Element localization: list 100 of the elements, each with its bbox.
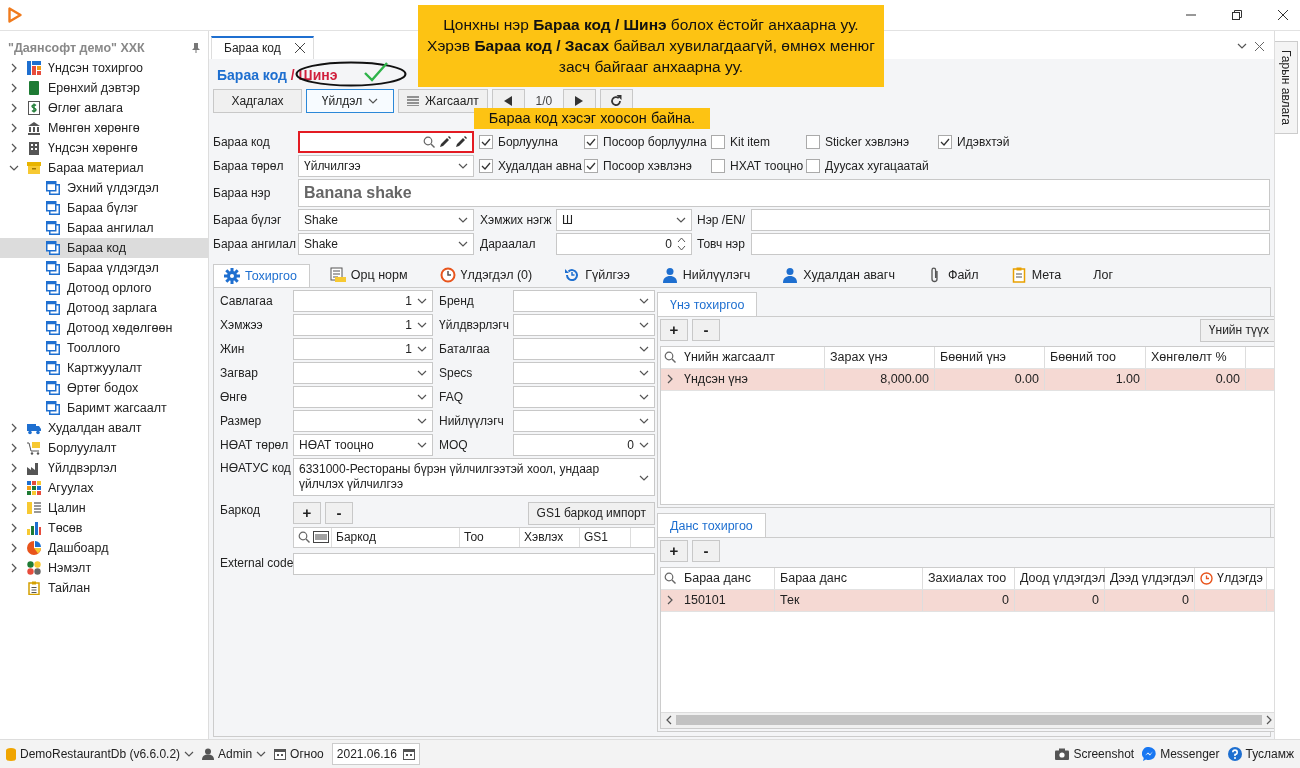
checkbox[interactable]: Дуусах хугацаатай xyxy=(806,158,938,173)
checkbox[interactable]: НХАТ тооцно xyxy=(711,158,806,173)
column-header[interactable]: Хэвлэх xyxy=(520,527,580,547)
text-field[interactable] xyxy=(751,232,1270,255)
tree-item[interactable]: Бараа материал xyxy=(0,157,208,178)
table-row[interactable]: Үндсэн үнэ 8,000.00 0.00 1.00 0.00 xyxy=(661,368,1277,391)
tree-item[interactable]: Бараа бүлэг xyxy=(0,197,208,218)
tab[interactable]: Гүйлгээ xyxy=(554,263,642,287)
checkbox[interactable]: Худалдан авна xyxy=(479,158,584,173)
combo-box[interactable] xyxy=(513,313,655,336)
tree-item[interactable]: Мөнгөн хөрөнгө xyxy=(0,117,208,138)
combo-box[interactable]: 1 xyxy=(293,337,433,360)
side-tab[interactable]: Гарын авлага xyxy=(1275,40,1298,134)
database-selector[interactable]: DemoRestaurantDb (v6.6.0.2) xyxy=(6,747,195,762)
number-spinner[interactable]: 0 xyxy=(556,232,692,255)
status-link[interactable]: Messenger xyxy=(1142,747,1220,762)
combo-box[interactable] xyxy=(293,409,433,432)
tree-item[interactable]: Тооллого xyxy=(0,337,208,358)
status-link[interactable]: Тусламж xyxy=(1227,747,1294,762)
combo-box[interactable] xyxy=(513,409,655,432)
tree-item[interactable]: Дотоод хөдөлгөөн xyxy=(0,317,208,338)
checkbox[interactable]: Идэвхтэй xyxy=(938,134,1010,149)
checkbox[interactable]: Борлуулна xyxy=(479,134,584,149)
column-header[interactable]: GS1 xyxy=(580,527,631,547)
column-header[interactable]: Доод үлдэгдэл xyxy=(1015,567,1105,589)
status-link[interactable]: Screenshot xyxy=(1055,747,1135,762)
tab[interactable]: Файл xyxy=(916,263,991,287)
tree-item[interactable]: Борлуулалт xyxy=(0,437,208,458)
column-header[interactable]: Хөнгөлөлт % xyxy=(1146,346,1246,368)
tab[interactable]: Тохиргоо xyxy=(213,263,310,287)
table-row[interactable]: 150101 Тек 0 0 0 xyxy=(661,589,1277,612)
tree-item[interactable]: Үндсэн тохиргоо xyxy=(0,57,208,78)
column-header[interactable]: Захиалах тоо xyxy=(923,567,1015,589)
tab[interactable]: Лог xyxy=(1083,263,1125,287)
column-header[interactable]: Бөөний тоо xyxy=(1045,346,1146,368)
tree-item[interactable]: Картжуулалт xyxy=(0,357,208,378)
tree-item[interactable]: Эхний үлдэгдэл xyxy=(0,177,208,198)
combo-box[interactable] xyxy=(293,361,433,384)
tree-item[interactable]: Өртөг бодох xyxy=(0,377,208,398)
combo-box[interactable]: НӨАТ тооцно xyxy=(293,433,433,456)
column-header[interactable]: Зарах үнэ xyxy=(825,346,935,368)
tree-item[interactable]: Үйлдвэрлэл xyxy=(0,457,208,478)
column-header[interactable]: Үлдэгдэ xyxy=(1195,567,1267,589)
combo-box[interactable] xyxy=(513,337,655,360)
tree-item[interactable]: Дашбоард xyxy=(0,537,208,558)
code-field[interactable] xyxy=(298,130,474,153)
toolbar-button[interactable]: Хадгалах xyxy=(213,88,302,113)
import-button[interactable]: GS1 баркод импорт xyxy=(527,501,655,525)
toolbar-button[interactable]: + xyxy=(660,539,688,562)
toolbar-button[interactable]: - xyxy=(692,318,720,341)
tree-item[interactable]: Дотоод зарлага xyxy=(0,297,208,318)
tab[interactable]: Мета xyxy=(1000,263,1074,287)
combo-box[interactable] xyxy=(513,289,655,312)
checkbox[interactable]: Посоор хэвлэнэ xyxy=(584,158,711,173)
checkbox[interactable]: Kit item xyxy=(711,134,806,149)
column-header[interactable]: Дээд үлдэгдэл xyxy=(1105,567,1195,589)
user-selector[interactable]: Admin xyxy=(202,747,267,762)
horizontal-scrollbar[interactable] xyxy=(661,711,1277,728)
name-field[interactable]: Banana shake xyxy=(298,178,1270,207)
tree-item[interactable]: Бараа код xyxy=(0,237,208,258)
tree-item[interactable]: Нэмэлт xyxy=(0,557,208,578)
tree-item[interactable]: Цалин xyxy=(0,497,208,518)
toolbar-button[interactable]: + xyxy=(660,318,688,341)
combo-box[interactable]: 1 xyxy=(293,313,433,336)
tree-item[interactable]: Худалдан авалт xyxy=(0,417,208,438)
tree-item[interactable]: Үндсэн хөрөнгө xyxy=(0,137,208,158)
combo-box[interactable]: 0 xyxy=(513,433,655,456)
column-header[interactable]: Бараа данс xyxy=(679,567,775,589)
combo-box[interactable]: Shake xyxy=(298,232,474,255)
toolbar-button[interactable]: Жагсаалт xyxy=(398,88,488,113)
combo-box[interactable] xyxy=(513,385,655,408)
column-header[interactable]: Баркод xyxy=(332,527,460,547)
toolbar-button[interactable]: Үйлдэл xyxy=(306,88,394,113)
tree-item[interactable]: Өглөг авлага xyxy=(0,97,208,118)
toolbar-button[interactable]: - xyxy=(692,539,720,562)
combo-box[interactable]: Shake xyxy=(298,208,474,231)
tab[interactable]: Худалдан авагч xyxy=(772,263,907,287)
tree-item[interactable]: Агуулах xyxy=(0,477,208,498)
date-field[interactable]: 2021.06.16 xyxy=(331,743,420,766)
combo-box[interactable]: 1 xyxy=(293,289,433,312)
text-field[interactable] xyxy=(751,208,1270,231)
checkbox[interactable]: Sticker хэвлэнэ xyxy=(806,134,938,149)
column-header[interactable]: Үнийн жагсаалт xyxy=(679,346,825,368)
tree-item[interactable]: Төсөв xyxy=(0,517,208,538)
tab[interactable]: Орц норм xyxy=(319,263,420,287)
combo-box[interactable]: 6331000-Рестораны бүрэн үйлчилгээтэй хоол, ундаар үйлчлэх үйлчилгээ xyxy=(293,457,655,496)
tree-item[interactable]: Ерөнхий дэвтэр xyxy=(0,77,208,98)
combo-box[interactable] xyxy=(293,385,433,408)
toolbar-button[interactable]: - xyxy=(325,501,353,524)
document-tab[interactable]: Бараа код xyxy=(211,35,314,59)
combo-box[interactable]: Үйлчилгээ xyxy=(298,154,474,177)
tree-item[interactable]: Бараа үлдэгдэл xyxy=(0,257,208,278)
tree-item[interactable]: Дотоод орлого xyxy=(0,277,208,298)
tree-item[interactable]: Тайлан xyxy=(0,577,208,598)
text-field[interactable] xyxy=(293,552,655,575)
tree-item[interactable]: Бараа ангилал xyxy=(0,217,208,238)
column-header[interactable]: Бараа данс xyxy=(775,567,923,589)
toolbar-button[interactable]: + xyxy=(293,501,321,524)
tab[interactable]: Нийлүүлэгч xyxy=(651,263,763,287)
checkbox[interactable]: Посоор борлуулна xyxy=(584,134,711,149)
